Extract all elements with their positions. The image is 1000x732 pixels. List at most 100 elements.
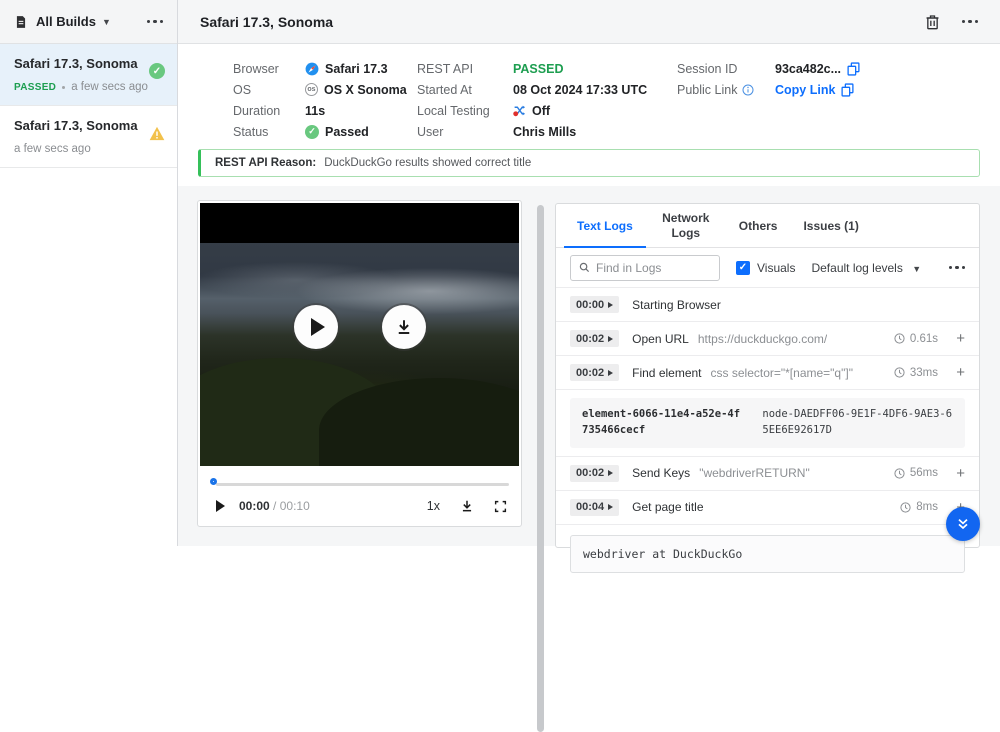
session-content: 00:00 / 00:10 1x Text Logs Network Logs …	[178, 186, 1000, 546]
search-input[interactable]	[596, 261, 711, 275]
log-action: Open URL	[632, 332, 689, 346]
builds-icon	[14, 15, 28, 29]
fullscreen-icon[interactable]	[494, 500, 507, 513]
build-status-badge: PASSED	[14, 82, 56, 93]
clock-icon	[894, 333, 905, 344]
meta-label: REST API	[417, 62, 513, 76]
meta-label: Public Link	[677, 83, 737, 97]
log-detail: https://duckduckgo.com/	[698, 332, 827, 346]
meta-label: Duration	[233, 104, 305, 118]
started-at-value: 08 Oct 2024 17:33 UTC	[513, 83, 647, 97]
build-item-warning[interactable]: Safari 17.3, Sonoma a few secs ago	[0, 106, 177, 168]
separator-dot	[62, 86, 65, 89]
clock-icon	[894, 367, 905, 378]
log-action: Send Keys	[632, 466, 690, 480]
builds-menu-button[interactable]	[147, 20, 164, 24]
session-title: Safari 17.3, Sonoma	[200, 14, 333, 30]
meta-label: Status	[233, 125, 305, 139]
status-value: Passed	[325, 125, 369, 139]
build-item-passed[interactable]: Safari 17.3, Sonoma PASSED a few secs ag…	[0, 44, 177, 106]
copy-link-label: Copy Link	[775, 83, 835, 97]
meta-label: Local Testing	[417, 104, 513, 118]
logs-menu-button[interactable]	[949, 266, 966, 270]
os-icon: os	[305, 83, 318, 96]
copy-public-link-button[interactable]: Copy Link	[775, 83, 854, 97]
logs-toolbar: ✓ Visuals Default log levels ▼	[556, 248, 979, 288]
log-detail: css selector="*[name="q"]"	[711, 366, 853, 380]
timestamp-chip[interactable]: 00:04	[570, 499, 619, 516]
log-levels-dropdown[interactable]: Default log levels ▼	[811, 261, 921, 275]
safari-icon	[305, 62, 319, 76]
banner-text: DuckDuckGo results showed correct title	[324, 157, 531, 169]
info-icon[interactable]	[742, 84, 754, 96]
builds-header[interactable]: All Builds ▼	[0, 0, 177, 44]
rest-api-reason-banner: REST API Reason: DuckDuckGo results show…	[198, 149, 980, 177]
session-id-value: 93ca482c...	[775, 62, 841, 76]
play-icon	[311, 318, 325, 336]
log-action: Get page title	[632, 500, 703, 514]
play-icon	[608, 504, 613, 510]
progress-handle[interactable]	[210, 478, 217, 485]
user-value: Chris Mills	[513, 125, 576, 139]
tab-text-logs[interactable]: Text Logs	[564, 204, 646, 247]
tab-issues[interactable]: Issues (1)	[790, 204, 871, 247]
os-value: OS X Sonoma	[324, 83, 407, 97]
expand-log-button[interactable]: +	[943, 364, 965, 381]
download-icon[interactable]	[460, 499, 474, 513]
log-detail: "webdriverRETURN"	[699, 466, 810, 480]
download-video-button[interactable]	[382, 305, 426, 349]
build-time: a few secs ago	[14, 143, 91, 155]
meta-label: User	[417, 125, 513, 139]
chevron-down-icon: ▼	[912, 264, 921, 274]
log-action: Find element	[632, 366, 701, 380]
timestamp-chip[interactable]: 00:02	[570, 330, 619, 347]
copy-session-id-button[interactable]	[847, 62, 860, 76]
log-row: 00:02 Find element css selector="*[name=…	[556, 356, 979, 390]
vertical-scrollbar[interactable]	[537, 205, 544, 732]
tab-others[interactable]: Others	[726, 204, 791, 247]
meta-label: Browser	[233, 62, 305, 76]
scroll-to-bottom-button[interactable]	[946, 507, 980, 541]
visuals-label: Visuals	[757, 261, 795, 275]
meta-label: Started At	[417, 83, 513, 97]
local-testing-value: Off	[532, 104, 550, 118]
logs-tabs: Text Logs Network Logs Others Issues (1)	[556, 204, 979, 248]
copy-icon	[841, 83, 854, 97]
log-duration: 8ms	[916, 501, 938, 513]
timestamp-chip[interactable]: 00:02	[570, 465, 619, 482]
log-duration: 56ms	[910, 467, 938, 479]
download-icon	[395, 318, 413, 336]
play-icon[interactable]	[216, 500, 225, 512]
tab-network-logs[interactable]: Network Logs	[646, 204, 726, 247]
local-testing-icon	[513, 104, 526, 117]
play-video-button[interactable]	[294, 305, 338, 349]
expand-log-button[interactable]: +	[943, 330, 965, 347]
sidebar: All Builds ▼ Safari 17.3, Sonoma PASSED …	[0, 0, 178, 546]
log-row: 00:00 Starting Browser	[556, 288, 979, 322]
timestamp-chip[interactable]: 00:02	[570, 364, 619, 381]
expand-log-button[interactable]: +	[943, 465, 965, 482]
search-icon	[579, 262, 590, 273]
page-title-result: webdriver at DuckDuckGo	[570, 535, 965, 573]
build-time: a few secs ago	[71, 81, 148, 93]
browser-value: Safari 17.3	[325, 62, 388, 76]
visuals-checkbox[interactable]: ✓	[736, 261, 750, 275]
playback-speed-button[interactable]: 1x	[427, 499, 440, 513]
delete-session-button[interactable]	[925, 14, 940, 30]
video-progress-bar[interactable]	[210, 478, 509, 491]
log-search-box[interactable]	[570, 255, 720, 281]
warning-triangle-icon	[149, 126, 165, 141]
element-id: element-6066-11e4-a52e-4f735466cecf	[582, 407, 744, 439]
rest-api-status: PASSED	[513, 62, 563, 76]
clock-icon	[900, 502, 911, 513]
check-circle-icon: ✓	[305, 125, 319, 139]
banner-label: REST API Reason:	[215, 157, 316, 169]
video-time: 00:00 / 00:10	[239, 499, 310, 513]
double-chevron-down-icon	[955, 516, 971, 532]
session-menu-button[interactable]	[962, 20, 979, 24]
play-icon	[608, 336, 613, 342]
log-row: 00:02 Open URL https://duckduckgo.com/ 0…	[556, 322, 979, 356]
timestamp-chip[interactable]: 00:00	[570, 296, 619, 313]
play-icon	[608, 370, 613, 376]
logs-panel: Text Logs Network Logs Others Issues (1)…	[555, 203, 980, 548]
